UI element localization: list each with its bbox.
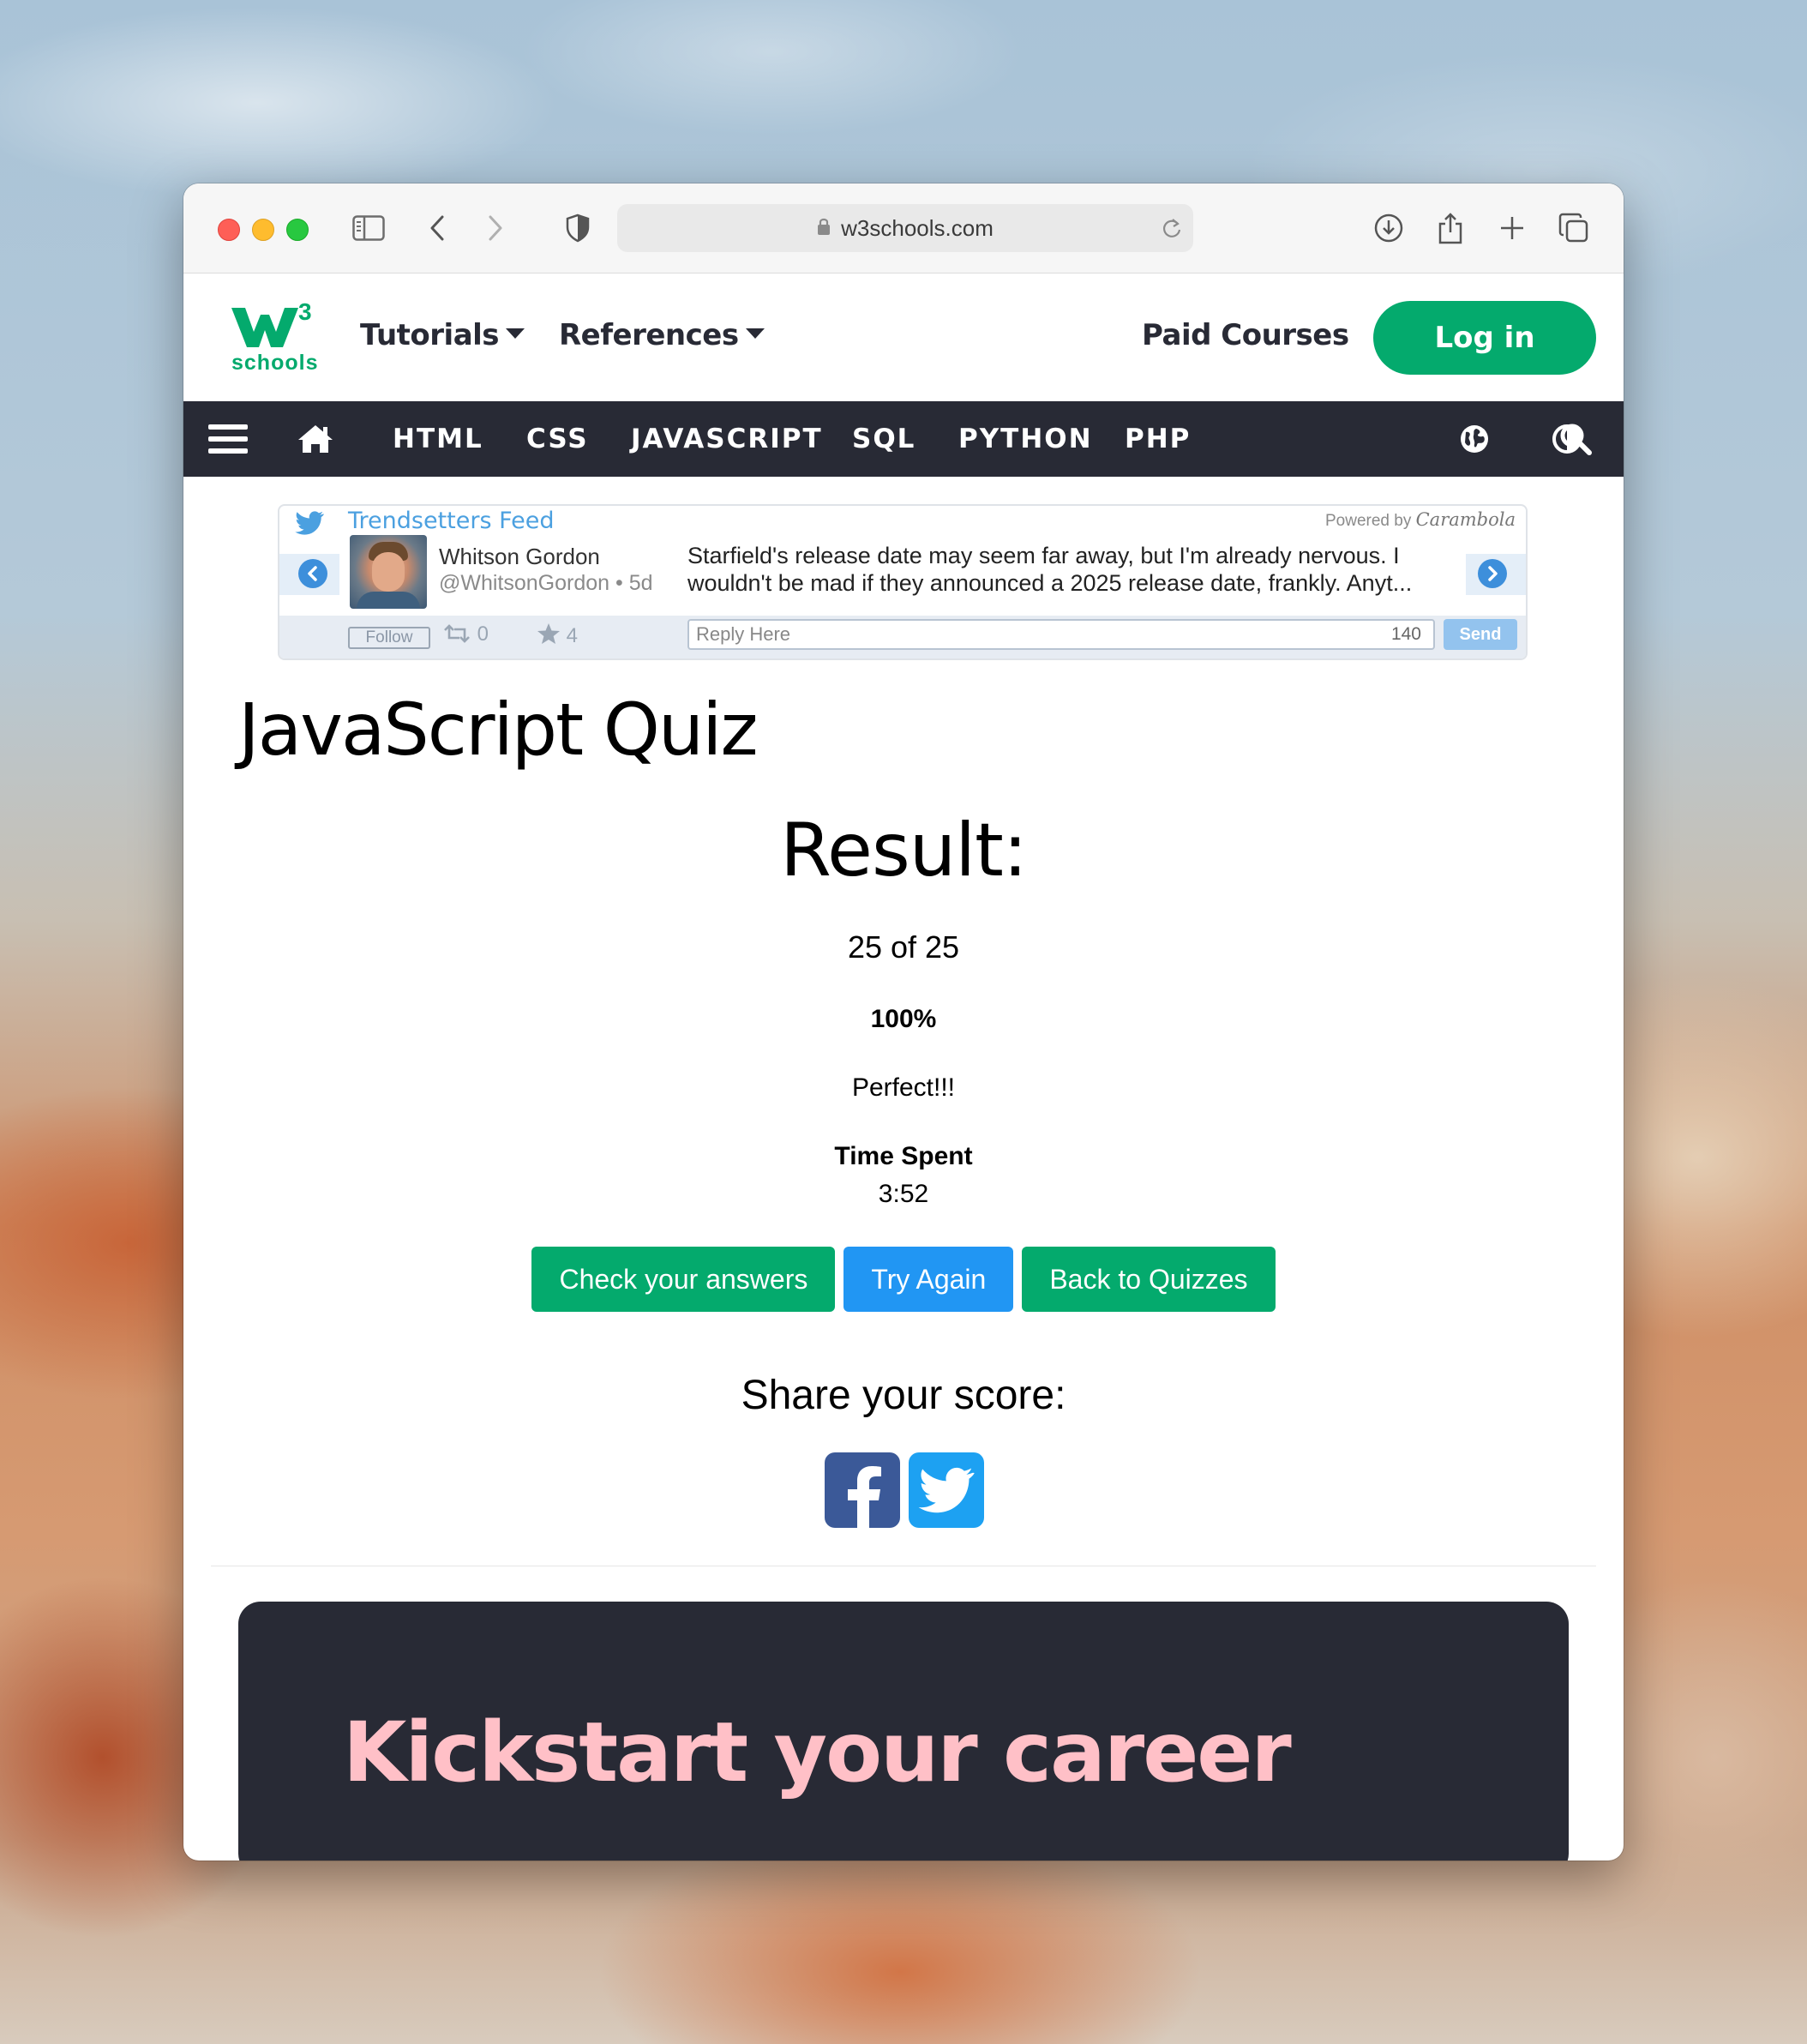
prev-tweet-button[interactable] xyxy=(298,559,327,588)
twitter-bird-icon xyxy=(295,511,324,539)
tweet-text: Starfield's release date may seem far aw… xyxy=(687,542,1442,597)
retweet-count: 0 xyxy=(477,622,489,646)
tab-overview-icon[interactable] xyxy=(1555,209,1593,247)
close-window-button[interactable] xyxy=(218,219,240,241)
powered-by[interactable]: Powered by Carambola xyxy=(1325,509,1516,531)
nav-javascript[interactable]: JAVASCRIPT xyxy=(631,401,823,477)
address-bar[interactable]: w3schools.com xyxy=(617,204,1193,252)
sidebar-toggle-icon[interactable] xyxy=(350,209,387,247)
star-icon xyxy=(537,623,560,644)
references-label: References xyxy=(559,318,739,352)
favorite-button[interactable]: 4 xyxy=(537,622,578,648)
trendsetters-feed-widget: Trendsetters Feed Powered by Carambola W… xyxy=(278,504,1528,660)
send-button[interactable]: Send xyxy=(1444,619,1517,650)
try-again-button[interactable]: Try Again xyxy=(843,1247,1014,1312)
menu-icon[interactable] xyxy=(207,401,249,477)
carambola-brand: Carambola xyxy=(1415,509,1516,530)
tutorials-label: Tutorials xyxy=(360,318,500,352)
paid-courses-link[interactable]: Paid Courses xyxy=(1142,318,1349,352)
tweet-line-1: Starfield's release date may seem far aw… xyxy=(687,543,1400,568)
caret-down-icon xyxy=(506,328,525,339)
nav-sql[interactable]: SQL xyxy=(852,401,916,477)
share-icon[interactable] xyxy=(1432,209,1469,247)
char-count: 140 xyxy=(1390,624,1421,644)
back-to-quizzes-button[interactable]: Back to Quizzes xyxy=(1022,1247,1276,1312)
result-heading: Result: xyxy=(780,808,1028,893)
twitter-share-button[interactable] xyxy=(909,1452,984,1528)
new-tab-icon[interactable] xyxy=(1493,209,1531,247)
browser-window: w3schools.com 3 schools Tutorials Refere… xyxy=(183,183,1624,1861)
nav-html[interactable]: HTML xyxy=(393,401,483,477)
reply-input[interactable]: Reply Here 140 xyxy=(687,619,1435,650)
career-heading: Kickstart your career xyxy=(343,1704,1292,1801)
nav-css[interactable]: CSS xyxy=(526,401,589,477)
tutorials-menu[interactable]: Tutorials xyxy=(360,318,525,352)
author-avatar[interactable] xyxy=(350,535,427,609)
downloads-icon[interactable] xyxy=(1370,209,1408,247)
facebook-share-button[interactable] xyxy=(825,1452,900,1528)
check-answers-button[interactable]: Check your answers xyxy=(531,1247,836,1312)
result-actions: Check your answers Try Again Back to Qui… xyxy=(183,1247,1624,1312)
share-label: Share your score: xyxy=(741,1373,1066,1418)
follow-button[interactable]: Follow xyxy=(348,627,430,649)
nav-python[interactable]: PYTHON xyxy=(958,401,1093,477)
lock-icon xyxy=(817,215,831,242)
home-icon[interactable] xyxy=(297,401,334,477)
favorite-count: 4 xyxy=(566,624,579,647)
references-menu[interactable]: References xyxy=(559,318,765,352)
search-icon[interactable] xyxy=(1558,401,1593,477)
facebook-icon xyxy=(848,1466,881,1528)
retweet-icon xyxy=(444,624,470,643)
forward-icon[interactable] xyxy=(477,209,514,247)
page-title: JavaScript Quiz xyxy=(238,688,759,772)
result-message: Perfect!!! xyxy=(851,1073,956,1102)
tweet-line-2: wouldn't be mad if they announced a 2025… xyxy=(687,570,1413,596)
back-icon[interactable] xyxy=(418,209,456,247)
caret-down-icon xyxy=(745,328,765,339)
login-button[interactable]: Log in xyxy=(1373,301,1596,375)
browser-toolbar: w3schools.com xyxy=(183,183,1624,274)
logo-text: schools xyxy=(231,351,319,375)
site-header: 3 schools Tutorials References Paid Cour… xyxy=(183,274,1624,400)
w3schools-logo[interactable]: 3 schools xyxy=(231,299,317,376)
time-spent-label: Time Spent xyxy=(834,1142,973,1170)
twitter-icon xyxy=(918,1467,975,1513)
minimize-window-button[interactable] xyxy=(252,219,274,241)
nav-php[interactable]: PHP xyxy=(1125,401,1191,477)
globe-icon[interactable] xyxy=(1457,401,1492,477)
score-text: 25 of 25 xyxy=(847,929,960,965)
time-spent-value: 3:52 xyxy=(878,1180,929,1208)
career-banner: Kickstart your career xyxy=(238,1602,1569,1861)
author-name[interactable]: Whitson Gordon xyxy=(439,544,600,570)
privacy-shield-icon[interactable] xyxy=(559,209,597,247)
retweet-button[interactable]: 0 xyxy=(442,622,489,646)
powered-by-label: Powered by xyxy=(1324,512,1412,530)
zoom-window-button[interactable] xyxy=(286,219,309,241)
next-tweet-button[interactable] xyxy=(1478,559,1507,588)
url-text: w3schools.com xyxy=(841,214,994,241)
score-percent: 100% xyxy=(870,1005,937,1033)
author-handle: @WhitsonGordon • 5d xyxy=(439,571,653,595)
reload-icon[interactable] xyxy=(1161,216,1183,246)
feed-title[interactable]: Trendsetters Feed xyxy=(348,508,555,534)
topics-nav: HTML CSS JAVASCRIPT SQL PYTHON PHP xyxy=(183,401,1624,477)
reply-placeholder: Reply Here xyxy=(696,623,791,645)
logo-superscript: 3 xyxy=(298,299,312,325)
